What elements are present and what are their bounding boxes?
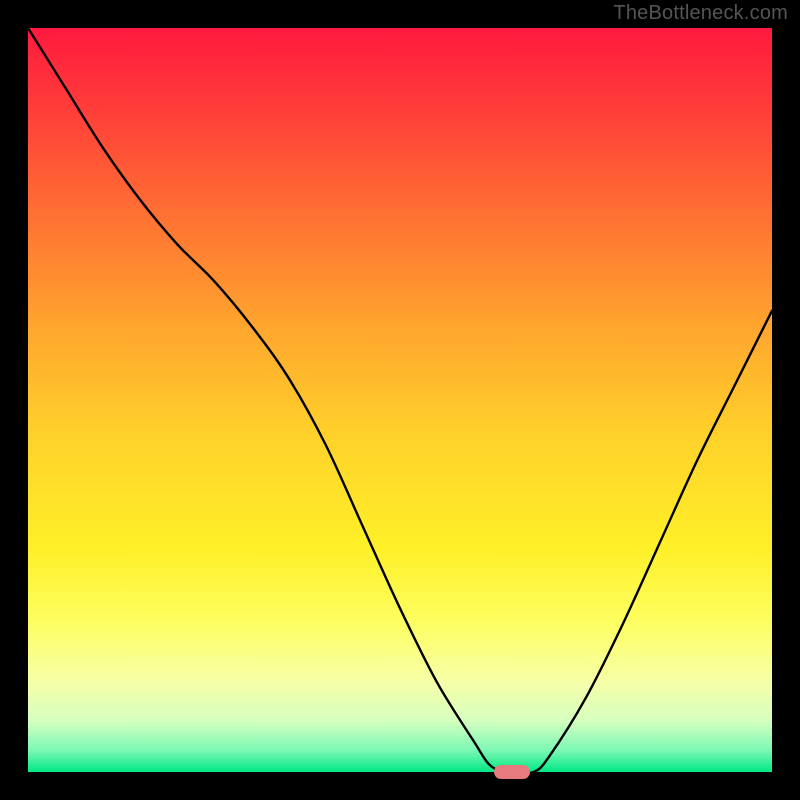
optimal-marker [494, 765, 530, 779]
plot-area [28, 28, 772, 772]
gradient-bg [28, 28, 772, 772]
chart-frame: TheBottleneck.com [0, 0, 800, 800]
chart-svg [28, 28, 772, 772]
watermark-text: TheBottleneck.com [613, 2, 788, 25]
